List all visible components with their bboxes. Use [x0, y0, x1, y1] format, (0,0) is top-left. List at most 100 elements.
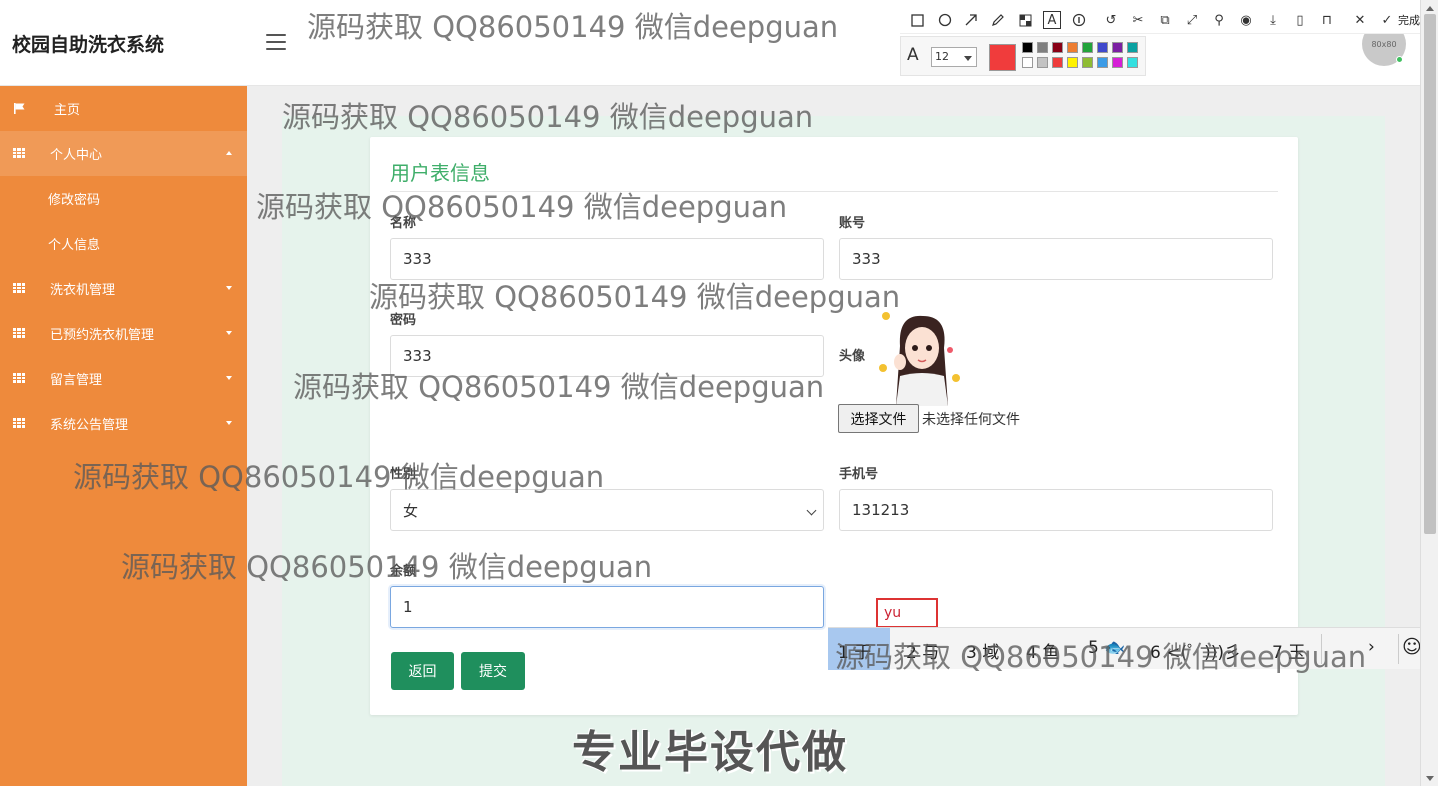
ime-candidate[interactable]: 5 🐟 — [1088, 638, 1125, 658]
done-button[interactable]: 完成 — [1398, 12, 1420, 28]
ime-candidate[interactable]: 2 与 — [906, 638, 939, 663]
gender-select[interactable]: 女 — [390, 489, 824, 531]
undo-icon[interactable]: ↺ — [1102, 11, 1120, 29]
annotation-toolbar: A ↺ ✂ ⧉ ⤢ ⚲ ◉ ⤓ ▯ ⊓ ✕ ✓ 完成 A 12 — [900, 6, 1430, 76]
grid-icon — [12, 281, 26, 295]
avatar-label: 头像 — [839, 349, 866, 364]
sidebar-item-label: 已预约洗衣机管理 — [50, 328, 155, 343]
chevron-down-icon — [806, 505, 817, 516]
scroll-up-icon[interactable] — [1426, 6, 1434, 11]
ime-candidate[interactable]: 3 域 — [966, 638, 999, 663]
close-icon[interactable]: ✕ — [1351, 11, 1369, 29]
pencil-tool-icon[interactable] — [989, 11, 1007, 29]
color-swatch[interactable] — [1082, 57, 1093, 68]
sidebar-item-home[interactable]: 主页 — [0, 86, 247, 131]
check-icon[interactable]: ✓ — [1378, 11, 1396, 29]
sidebar-item-announcements[interactable]: 系统公告管理 — [0, 401, 247, 446]
mosaic-tool-icon[interactable] — [1016, 11, 1034, 29]
app-title: 校园自助洗衣系统 — [12, 34, 165, 56]
account-input[interactable]: 333 — [839, 238, 1273, 280]
sidebar-subitem-change-password[interactable]: 修改密码 — [0, 176, 247, 221]
color-swatch[interactable] — [1112, 42, 1123, 53]
phone-icon[interactable]: ▯ — [1291, 11, 1309, 29]
ime-candidate-bar[interactable]: 1 于 2 与 3 域 4 鱼 5 🐟 6 <(゜)))彡 7 玉 › ☺ — [828, 627, 1438, 670]
color-swatch[interactable] — [1082, 42, 1093, 53]
sidebar-item-washer-management[interactable]: 洗衣机管理 — [0, 266, 247, 311]
submit-button[interactable]: 提交 — [461, 652, 525, 690]
grid-icon — [12, 371, 26, 385]
translate-icon[interactable]: ⧉ — [1156, 11, 1174, 29]
color-swatch[interactable] — [1022, 42, 1033, 53]
avatar-image — [879, 312, 960, 406]
grid-icon — [12, 416, 26, 430]
balance-label: 余额 — [390, 564, 417, 579]
chevron-down-icon — [226, 376, 232, 380]
gender-select-value: 女 — [403, 501, 419, 520]
scroll-down-icon[interactable] — [1426, 776, 1434, 781]
scrollbar-thumb[interactable] — [1424, 14, 1436, 534]
phone-input[interactable]: 131213 — [839, 489, 1273, 531]
account-label: 账号 — [839, 216, 866, 231]
color-swatch[interactable] — [1097, 57, 1108, 68]
arrow-tool-icon[interactable] — [962, 11, 980, 29]
chevron-down-icon — [226, 421, 232, 425]
ime-candidate[interactable]: 6 <(゜)))彡 — [1150, 638, 1241, 663]
number-tool-icon[interactable] — [1070, 11, 1088, 29]
ime-candidate[interactable]: 7 玉 — [1272, 638, 1305, 663]
color-swatch[interactable] — [1097, 42, 1108, 53]
ime-divider — [1321, 634, 1322, 664]
balance-input[interactable]: 1 — [390, 586, 824, 628]
chevron-right-icon[interactable]: › — [1368, 637, 1375, 657]
ellipse-tool-icon[interactable] — [936, 11, 954, 29]
font-size-select[interactable]: 12 — [931, 47, 977, 67]
download-icon[interactable]: ⤓ — [1264, 11, 1282, 29]
sidebar-item-label: 系统公告管理 — [50, 418, 129, 433]
ime-candidate[interactable]: 4 鱼 — [1026, 638, 1059, 663]
menu-toggle-icon[interactable] — [266, 34, 286, 50]
emoji-icon[interactable]: ☺ — [1402, 636, 1422, 658]
crop-tool-icon[interactable]: ✂ — [1129, 11, 1147, 29]
form-title: 用户表信息 — [390, 161, 490, 185]
annotation-tools-row: A ↺ ✂ ⧉ ⤢ ⚲ ◉ ⤓ ▯ ⊓ ✕ ✓ 完成 — [900, 6, 1430, 34]
color-swatch[interactable] — [1127, 57, 1138, 68]
bookmark-icon[interactable]: ⊓ — [1318, 11, 1336, 29]
text-tool-icon[interactable]: A — [1043, 11, 1061, 29]
gender-label: 性别 — [390, 467, 417, 482]
ime-divider — [1398, 634, 1399, 664]
sidebar-item-personal-center[interactable]: 个人中心 — [0, 131, 247, 176]
color-swatch[interactable] — [1067, 57, 1078, 68]
record-icon[interactable]: ◉ — [1237, 11, 1255, 29]
ime-candidate[interactable]: 1 于 — [838, 638, 871, 663]
color-swatch[interactable] — [1052, 42, 1063, 53]
choose-file-button[interactable]: 选择文件 — [838, 404, 919, 433]
sidebar-item-reserved-washers[interactable]: 已预约洗衣机管理 — [0, 311, 247, 356]
expand-icon[interactable]: ⤢ — [1183, 11, 1201, 29]
grid-icon — [12, 146, 26, 160]
color-swatch[interactable] — [1037, 57, 1048, 68]
color-swatch[interactable] — [1127, 42, 1138, 53]
sidebar-subitem-personal-info[interactable]: 个人信息 — [0, 221, 247, 266]
font-size-value: 12 — [935, 50, 949, 63]
font-icon: A — [907, 45, 919, 65]
color-swatch[interactable] — [1022, 57, 1033, 68]
chevron-down-icon — [226, 286, 232, 290]
pin-icon[interactable]: ⚲ — [1210, 11, 1228, 29]
color-swatch[interactable] — [1052, 57, 1063, 68]
vertical-scrollbar[interactable] — [1420, 0, 1438, 786]
annotation-style-row: A 12 — [900, 36, 1146, 76]
password-input[interactable]: 333 — [390, 335, 824, 377]
chevron-down-icon — [226, 331, 232, 335]
color-swatch[interactable] — [1037, 42, 1048, 53]
current-color-swatch[interactable] — [989, 44, 1016, 71]
color-swatch[interactable] — [1067, 42, 1078, 53]
color-swatch[interactable] — [1112, 57, 1123, 68]
sidebar-item-messages[interactable]: 留言管理 — [0, 356, 247, 401]
rectangle-tool-icon[interactable] — [908, 11, 926, 29]
back-button[interactable]: 返回 — [391, 652, 454, 690]
sidebar: 主页 个人中心 修改密码 个人信息 洗衣机管理 已预约洗衣机管理 留言管理 系统… — [0, 86, 247, 786]
name-input[interactable]: 333 — [390, 238, 824, 280]
chevron-up-icon — [226, 151, 232, 155]
sidebar-item-label: 洗衣机管理 — [50, 283, 116, 298]
phone-label: 手机号 — [839, 467, 879, 482]
sidebar-item-label: 个人中心 — [50, 148, 103, 163]
